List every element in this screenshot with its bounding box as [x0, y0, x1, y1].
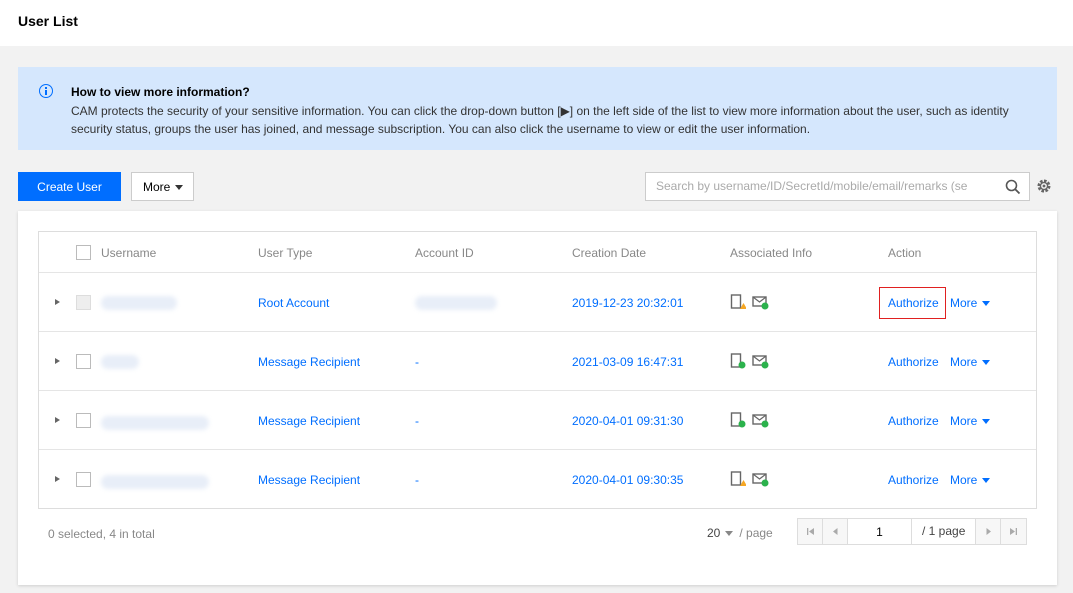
row-more-label: More [950, 414, 978, 428]
creation-date: 2020-04-01 09:31:30 [572, 414, 684, 428]
caret-down-icon [982, 419, 991, 425]
expand-arrow-icon[interactable] [55, 358, 60, 364]
authorize-link[interactable]: Authorize [888, 414, 939, 428]
row-checkbox[interactable] [76, 472, 91, 487]
prev-page-button[interactable] [823, 519, 848, 544]
row-more-dropdown[interactable]: More [950, 296, 991, 310]
first-page-button[interactable] [798, 519, 823, 544]
caret-down-icon [982, 478, 991, 484]
authorize-link[interactable]: Authorize [888, 473, 939, 487]
notice-title: How to view more information? [71, 85, 250, 99]
page-header: User List [0, 0, 1073, 46]
user-type: Message Recipient [258, 355, 361, 369]
expand-arrow-icon[interactable] [55, 417, 60, 423]
account-id: - [415, 355, 419, 369]
gear-icon[interactable] [1036, 178, 1052, 194]
search-input[interactable] [656, 179, 996, 193]
table-row: Message Recipient - 2020-04-01 09:30:35 … [39, 450, 1036, 509]
row-more-label: More [950, 296, 978, 310]
table-row: Message Recipient - 2021-03-09 16:47:31 … [39, 332, 1036, 391]
pagination: / 1 page [797, 518, 1027, 545]
first-page-icon [807, 528, 814, 535]
notice-body: CAM protects the security of your sensit… [71, 104, 1009, 136]
caret-down-icon [982, 301, 991, 307]
creation-date: 2020-04-01 09:30:35 [572, 473, 684, 487]
info-icon [39, 84, 53, 98]
creation-date: 2019-12-23 20:32:01 [572, 296, 684, 310]
row-checkbox[interactable] [76, 354, 91, 369]
per-page-label: / page [739, 526, 773, 540]
page-size-selector[interactable]: 20 / page [707, 526, 773, 540]
associated-info [730, 471, 772, 487]
more-label: More [143, 179, 171, 194]
username-redacted[interactable] [101, 296, 177, 310]
mail-ok-icon [752, 414, 769, 428]
mail-ok-icon [752, 473, 769, 487]
table-row: Message Recipient - 2020-04-01 09:31:30 … [39, 391, 1036, 450]
selection-summary: 0 selected, 4 in total [48, 527, 155, 541]
last-page-button[interactable] [1001, 519, 1026, 544]
prev-page-icon [833, 528, 838, 535]
phone-warning-icon [730, 471, 747, 486]
create-user-button[interactable]: Create User [18, 172, 121, 201]
table-row: Root Account 2019-12-23 20:32:01 Authori… [39, 273, 1036, 332]
username-redacted[interactable] [101, 475, 209, 489]
column-user-type: User Type [258, 246, 313, 260]
phone-warning-icon [730, 294, 747, 309]
phone-ok-icon [730, 412, 746, 428]
table-header: Username User Type Account ID Creation D… [39, 232, 1036, 273]
associated-info [730, 353, 772, 369]
more-dropdown-button[interactable]: More [131, 172, 194, 201]
user-type: Root Account [258, 296, 330, 310]
caret-down-icon [982, 360, 991, 366]
creation-date: 2021-03-09 16:47:31 [572, 355, 684, 369]
column-associated-info: Associated Info [730, 246, 813, 260]
search-box [645, 172, 1030, 201]
account-id-redacted [415, 296, 497, 310]
user-table: Username User Type Account ID Creation D… [38, 231, 1037, 509]
column-creation-date: Creation Date [572, 246, 647, 260]
row-more-dropdown[interactable]: More [950, 414, 991, 428]
account-id: - [415, 414, 419, 428]
username-redacted[interactable] [101, 355, 139, 369]
phone-ok-icon [730, 353, 746, 369]
row-checkbox[interactable] [76, 413, 91, 428]
row-more-dropdown[interactable]: More [950, 473, 991, 487]
associated-info [730, 294, 772, 310]
column-action: Action [888, 246, 922, 260]
next-page-button[interactable] [976, 519, 1001, 544]
last-page-icon [1010, 528, 1017, 535]
user-type: Message Recipient [258, 414, 361, 428]
column-account-id: Account ID [415, 246, 474, 260]
search-icon[interactable] [1005, 179, 1021, 195]
column-username: Username [101, 246, 157, 260]
account-id: - [415, 473, 419, 487]
authorize-link[interactable]: Authorize [888, 296, 939, 310]
page-size-value: 20 [707, 526, 721, 540]
expand-arrow-icon[interactable] [55, 299, 60, 305]
page-title: User List [18, 13, 78, 29]
select-all-checkbox[interactable] [76, 245, 91, 260]
expand-arrow-icon[interactable] [55, 476, 60, 482]
row-more-label: More [950, 355, 978, 369]
page-number-input[interactable] [848, 519, 912, 544]
row-more-dropdown[interactable]: More [950, 355, 991, 369]
caret-down-icon [725, 531, 734, 537]
associated-info [730, 412, 772, 428]
caret-down-icon [175, 184, 184, 190]
total-pages: / 1 page [912, 519, 976, 544]
row-checkbox [76, 295, 91, 310]
user-type: Message Recipient [258, 473, 361, 487]
user-table-panel: Username User Type Account ID Creation D… [18, 211, 1057, 585]
next-page-icon [986, 528, 991, 535]
mail-ok-icon [752, 296, 769, 310]
username-redacted[interactable] [101, 416, 209, 430]
authorize-link[interactable]: Authorize [888, 355, 939, 369]
row-more-label: More [950, 473, 978, 487]
info-notice: How to view more information? CAM protec… [18, 67, 1057, 150]
mail-ok-icon [752, 355, 769, 369]
